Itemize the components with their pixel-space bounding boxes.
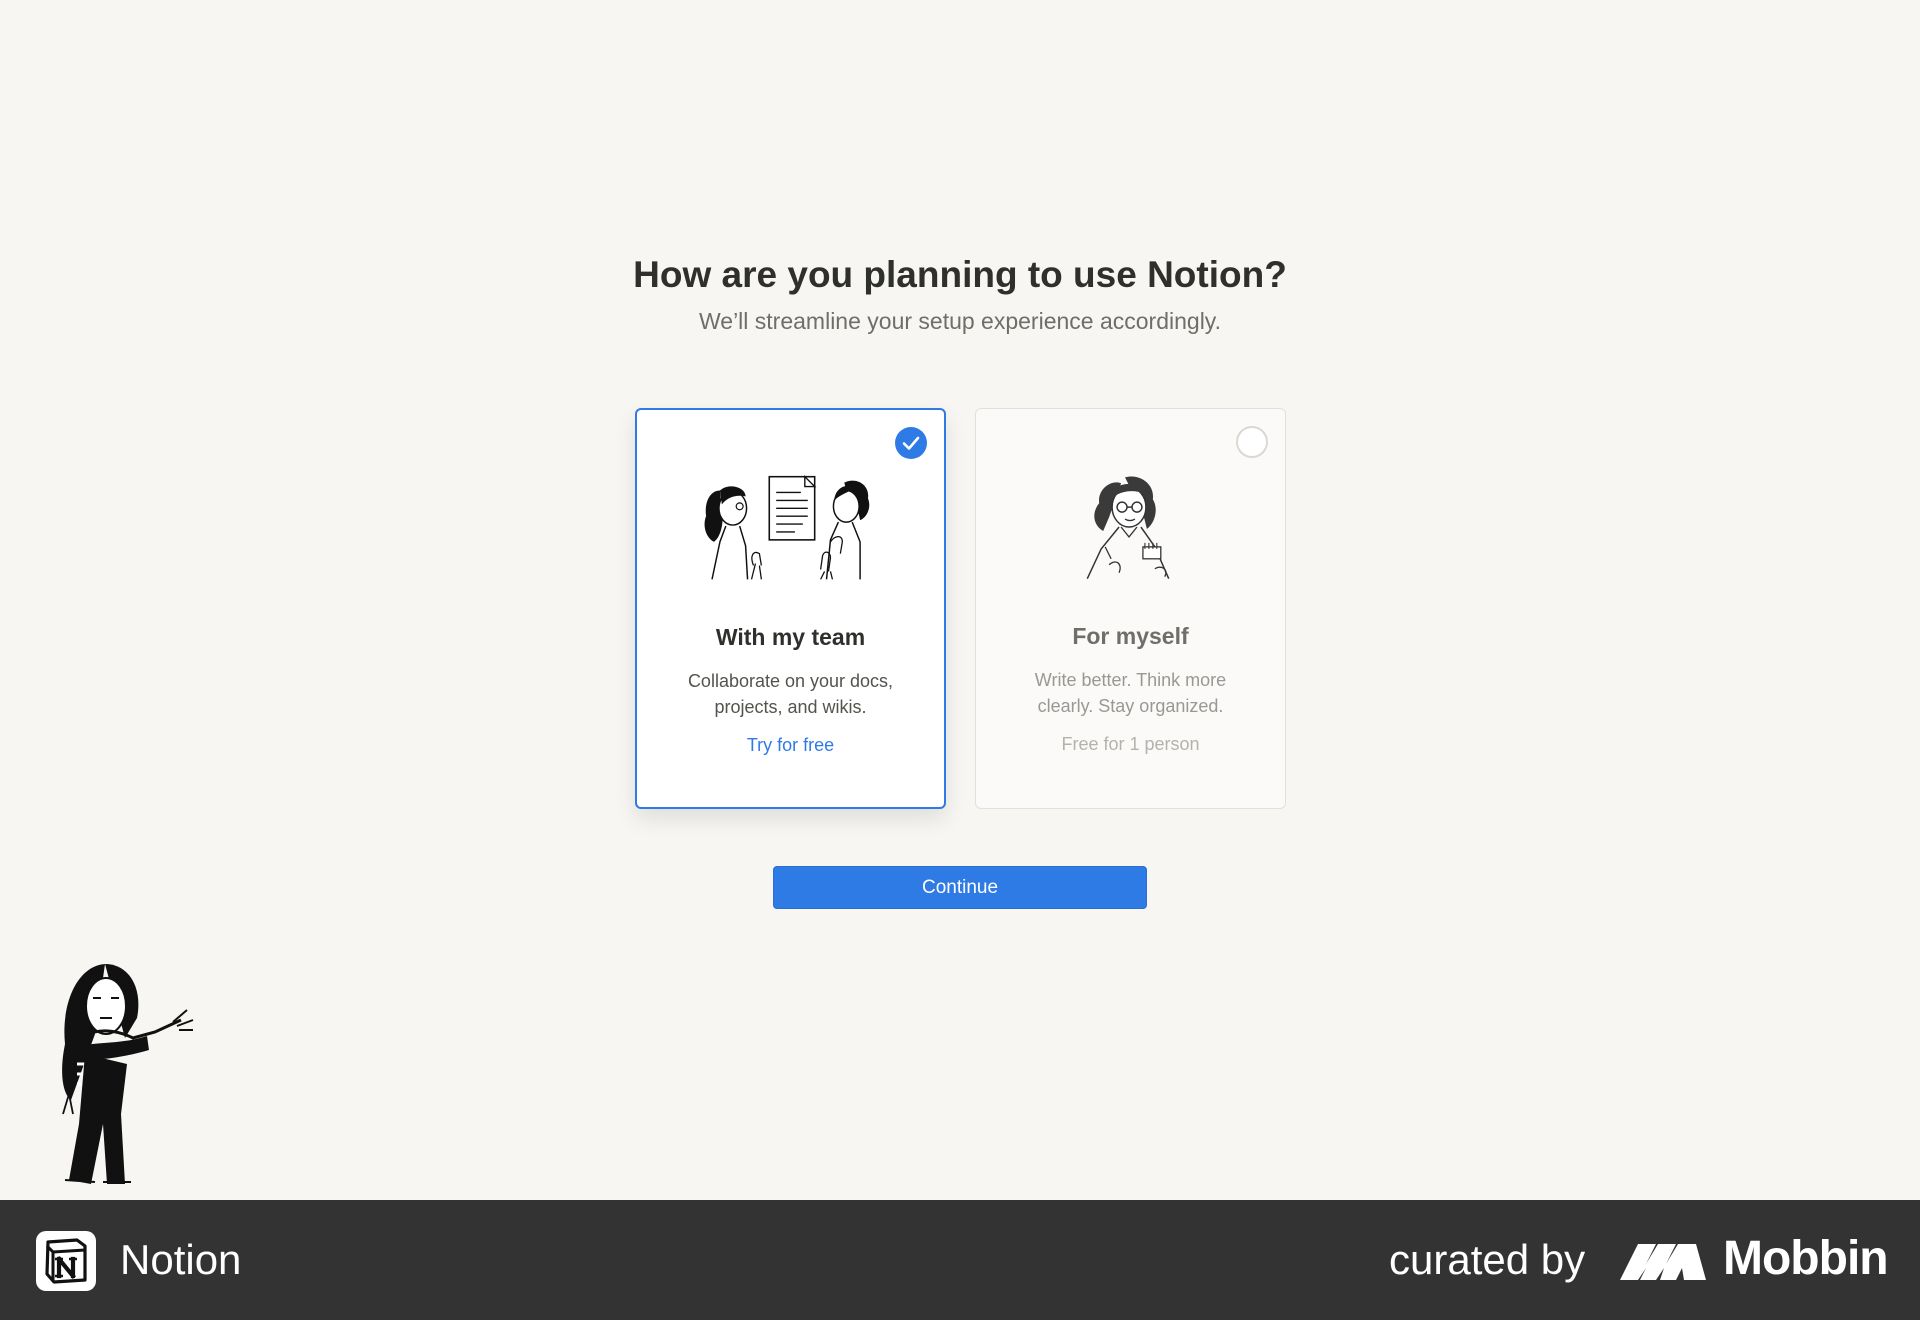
- option-description: Collaborate on your docs, projects, and …: [687, 671, 894, 717]
- option-cta: Try for free: [746, 735, 835, 755]
- continue-button[interactable]: Continue: [773, 866, 1147, 909]
- option-description: Write better. Think more clearly. Stay o…: [1034, 670, 1227, 716]
- mascot-illustration: [62, 964, 194, 1184]
- curated-by-label: curated by: [1389, 1236, 1586, 1283]
- page-subtitle: We’ll streamline your setup experience a…: [698, 308, 1221, 334]
- radio-empty-icon: [1236, 426, 1268, 458]
- option-card-myself[interactable]: For myself Write better. Think more clea…: [975, 408, 1286, 809]
- onboarding-screen: How are you planning to use Notion? We’l…: [0, 0, 1920, 1200]
- check-icon: [895, 427, 927, 459]
- curator-name: Mobbin: [1723, 1232, 1889, 1285]
- team-illustration: [704, 475, 870, 580]
- option-title: With my team: [715, 624, 866, 650]
- page-title: How are you planning to use Notion?: [633, 254, 1287, 295]
- option-title: For myself: [1072, 623, 1189, 649]
- notion-logo-icon: [36, 1231, 96, 1291]
- option-card-team[interactable]: With my team Collaborate on your docs, p…: [635, 408, 946, 809]
- footer-bar: Notion curated by Mobbin: [0, 1200, 1920, 1320]
- footer-app-name: Notion: [120, 1236, 242, 1283]
- mobbin-logo-icon: [1620, 1244, 1706, 1280]
- self-illustration: [1086, 476, 1170, 579]
- option-cta: Free for 1 person: [1061, 734, 1200, 754]
